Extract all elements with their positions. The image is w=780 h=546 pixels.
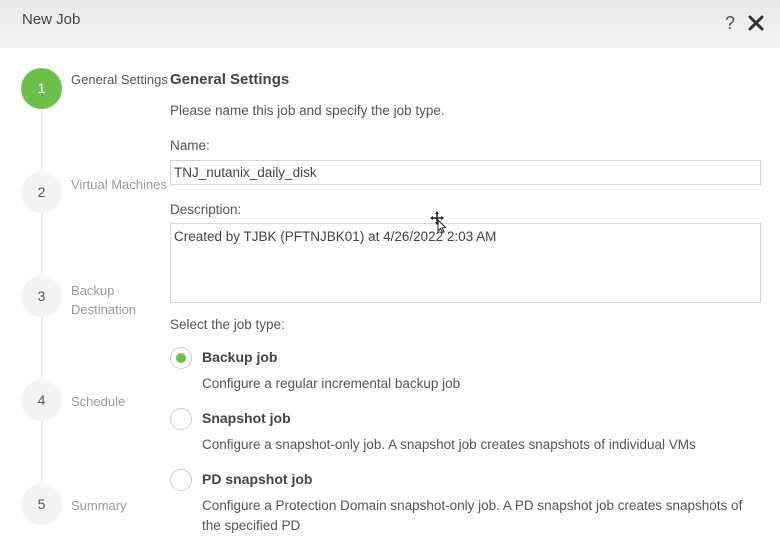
name-label: Name: <box>170 138 210 153</box>
step-number: 4 <box>21 380 62 421</box>
move-cursor-icon <box>430 211 447 233</box>
step-label: General Settings <box>71 72 168 87</box>
radio-title: PD snapshot job <box>202 471 313 487</box>
radio-description: Configure a Protection Domain snapshot-o… <box>202 498 743 533</box>
step-number: 5 <box>21 484 62 525</box>
close-icon[interactable] <box>746 12 766 34</box>
description-label: Description: <box>170 202 242 217</box>
radio-title: Backup job <box>202 349 278 365</box>
section-title: General Settings <box>170 71 290 88</box>
step-label: Backup Destination <box>71 283 137 317</box>
step-label: Schedule <box>71 394 126 409</box>
radio-description: Configure a snapshot-only job. A snapsho… <box>202 437 696 452</box>
name-input[interactable] <box>170 160 761 185</box>
step-number: 3 <box>21 276 62 317</box>
intro-text: Please name this job and specify the job… <box>170 103 445 118</box>
step-number: 2 <box>21 172 62 213</box>
radio-description: Configure a regular incremental backup j… <box>202 376 461 391</box>
dialog-title: New Job <box>22 11 81 28</box>
help-icon[interactable]: ? <box>725 13 735 33</box>
backup-job-radio[interactable] <box>170 347 192 369</box>
description-input[interactable]: Created by TJBK (PFTNJBK01) at 4/26/2022… <box>170 223 761 303</box>
step-label: Virtual Machines <box>71 177 167 192</box>
radio-title: Snapshot job <box>202 410 291 426</box>
snapshot-job-radio[interactable] <box>170 408 192 430</box>
step-label: Summary <box>71 498 127 513</box>
job-type-label: Select the job type: <box>170 317 285 332</box>
step-number: 1 <box>21 68 62 109</box>
pd-snapshot-job-radio[interactable] <box>170 469 192 491</box>
dialog-titlebar: New Job ? <box>0 0 780 48</box>
